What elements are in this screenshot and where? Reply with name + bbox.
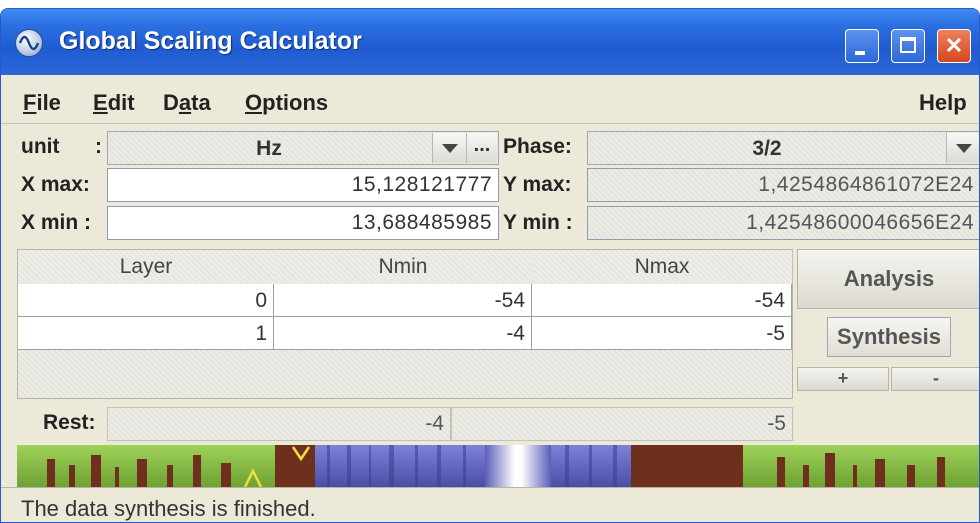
column-header-layer[interactable]: Layer: [18, 250, 275, 285]
unit-value: Hz: [256, 137, 282, 160]
cell-nmax[interactable]: -54: [532, 284, 792, 317]
cell-layer[interactable]: 1: [18, 317, 274, 350]
unit-more-button[interactable]: ...: [466, 133, 497, 163]
menu-edit-label: dit: [107, 90, 135, 115]
cell-nmax[interactable]: -5: [532, 317, 792, 350]
close-icon: ✕: [944, 33, 964, 58]
menu-file-label: ile: [36, 90, 61, 115]
unit-colon: :: [95, 135, 102, 158]
menu-file-mnemonic: F: [23, 90, 37, 115]
sine-wave-icon: [15, 29, 43, 57]
phase-select[interactable]: 3/2: [587, 131, 979, 165]
menu-options[interactable]: Options: [245, 90, 328, 116]
xmin-field[interactable]: 13,688485985: [107, 206, 499, 240]
maximize-button[interactable]: [891, 29, 925, 63]
menu-edit-mnemonic: E: [93, 90, 108, 115]
menu-options-label: ptions: [262, 90, 329, 115]
xmin-label: X min :: [21, 211, 92, 234]
ymin-label: Y min :: [503, 211, 573, 234]
spectrum-blue-band: [315, 445, 485, 487]
window-title: Global Scaling Calculator: [59, 27, 362, 55]
phase-value: 3/2: [752, 137, 782, 160]
chevron-down-icon[interactable]: [946, 133, 979, 163]
minus-button[interactable]: -: [891, 367, 979, 391]
xmax-field[interactable]: 15,128121777: [107, 168, 499, 202]
rest-nmin: -4: [107, 407, 451, 441]
title-bar[interactable]: Global Scaling Calculator ✕: [1, 9, 979, 75]
minimize-button[interactable]: [845, 29, 879, 63]
menu-options-mnemonic: O: [245, 90, 263, 115]
cell-nmin[interactable]: -54: [274, 284, 532, 317]
menu-edit[interactable]: Edit: [93, 90, 135, 116]
chevron-down-icon[interactable]: [432, 133, 467, 163]
minimize-icon: [855, 51, 865, 55]
menu-data-label-end: ta: [191, 90, 211, 115]
analysis-button[interactable]: Analysis: [797, 249, 979, 309]
spectrum-brown-block-right: [631, 445, 743, 487]
column-header-nmax[interactable]: Nmax: [532, 250, 793, 285]
menu-data[interactable]: Data: [163, 90, 211, 116]
rest-row: Rest: -4 -5: [17, 405, 793, 443]
phase-label: Phase:: [503, 135, 572, 158]
menu-help[interactable]: Help: [919, 90, 967, 116]
menu-data-label-start: D: [163, 90, 179, 115]
ymax-field: 1,4254864861072E24: [587, 168, 979, 202]
cell-layer[interactable]: 0: [18, 284, 274, 317]
layer-table: Layer Nmin Nmax 0 -54 -54 1 -4 -5: [17, 249, 793, 399]
spectrum-white-peak: [485, 445, 551, 487]
plus-button[interactable]: +: [797, 367, 889, 391]
ymax-label: Y max:: [503, 173, 572, 196]
scaling-spectrum-bar: [17, 445, 979, 487]
app-window: Global Scaling Calculator ✕ File Edit Da…: [0, 8, 980, 523]
column-header-nmin[interactable]: Nmin: [274, 250, 533, 285]
rest-label: Rest:: [43, 411, 96, 434]
menu-data-mnemonic: a: [178, 90, 192, 115]
ymin-field: 1,42548600046656E24: [587, 206, 979, 240]
cell-nmin[interactable]: -4: [274, 317, 532, 350]
synthesis-button[interactable]: Synthesis: [827, 317, 951, 357]
xmax-label: X max:: [21, 173, 90, 196]
menu-bar: File Edit Data Options Help: [1, 75, 979, 124]
menu-file[interactable]: File: [23, 90, 61, 116]
status-bar: The data synthesis is finished.: [1, 487, 979, 522]
rest-nmax: -5: [451, 407, 793, 441]
status-message: The data synthesis is finished.: [21, 496, 316, 521]
unit-select[interactable]: Hz ...: [107, 131, 499, 165]
unit-label: unit: [21, 135, 60, 158]
maximize-icon: [900, 37, 916, 53]
close-button[interactable]: ✕: [937, 29, 971, 63]
